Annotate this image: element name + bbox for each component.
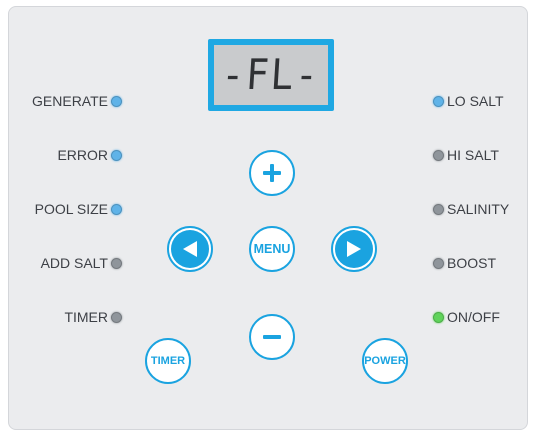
minus-button[interactable] [249,314,295,360]
indicator-label: ON/OFF [447,309,500,325]
display-readout: -FL- [220,50,322,99]
left-arrow-icon [171,230,209,268]
indicator-salinity: SALINITY [433,199,509,219]
indicator-label: ERROR [57,147,108,163]
led-timer [111,311,122,323]
lcd-display: -FL- [208,39,334,111]
led-boost [433,257,444,269]
led-pool-size [111,203,122,215]
indicator-label: ADD SALT [40,255,108,271]
plus-icon [263,164,281,182]
timer-button[interactable]: TIMER [145,338,191,384]
indicator-label: SALINITY [447,201,510,217]
power-label: POWER [364,355,406,367]
indicator-label: LO SALT [447,93,504,109]
indicator-label: BOOST [447,255,497,271]
led-generate [111,95,122,107]
menu-label: MENU [253,242,291,256]
indicator-label: TIMER [64,309,108,325]
led-add-salt [111,257,122,269]
led-hi-salt [433,149,444,161]
indicator-boost: BOOST [433,253,496,273]
indicator-generate: GENERATE [32,91,122,111]
indicator-hi-salt: HI SALT [433,145,499,165]
indicator-label: POOL SIZE [34,201,108,217]
menu-button[interactable]: MENU [249,226,295,272]
indicator-add-salt: ADD SALT [41,253,122,273]
power-button[interactable]: POWER [362,338,408,384]
led-on-off [433,311,444,323]
indicator-lo-salt: LO SALT [433,91,504,111]
led-error [111,149,122,161]
indicator-label: GENERATE [32,93,108,109]
led-lo-salt [433,95,444,107]
right-arrow-icon [335,230,373,268]
right-button[interactable] [331,226,377,272]
indicator-label: HI SALT [447,147,499,163]
indicator-on-off: ON/OFF [433,307,500,327]
indicator-timer: TIMER [64,307,122,327]
timer-label: TIMER [150,355,186,367]
indicator-error: ERROR [57,145,122,165]
lcd-screen: -FL- [214,45,328,105]
indicator-pool-size: POOL SIZE [35,199,122,219]
led-salinity [433,203,444,215]
plus-button[interactable] [249,150,295,196]
left-button[interactable] [167,226,213,272]
minus-icon [263,335,281,339]
